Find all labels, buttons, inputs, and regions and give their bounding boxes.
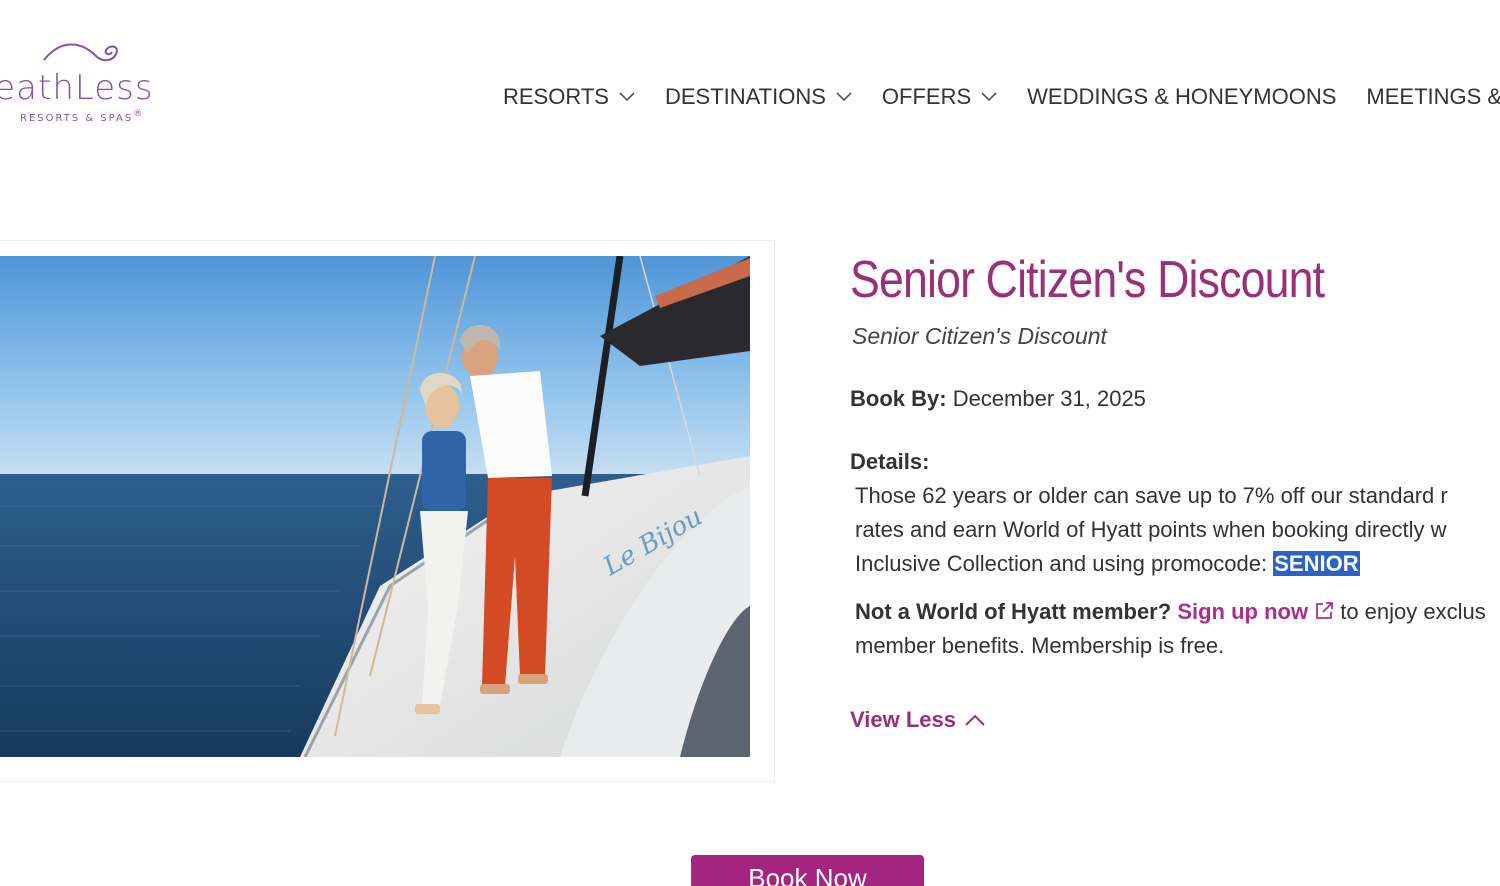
nav-item-destinations[interactable]: DESTINATIONS	[665, 84, 852, 110]
sign-up-link[interactable]: Sign up now	[1177, 599, 1334, 624]
nav-item-resorts[interactable]: RESORTS	[503, 84, 635, 110]
promocode-highlight[interactable]: SENIOR	[1273, 551, 1360, 576]
logo-registered-mark: ®	[133, 109, 145, 119]
logo-subtitle-text: RESORTS & SPAS	[20, 113, 134, 124]
external-link-icon	[1316, 602, 1333, 619]
nav-item-meetings[interactable]: MEETINGS &	[1366, 84, 1500, 110]
chevron-up-icon	[965, 714, 985, 726]
logo-subtitle: RESORTS & SPAS®	[20, 109, 144, 124]
nav-item-label: WEDDINGS & HONEYMOONS	[1027, 84, 1337, 109]
book-by-label: Book By:	[850, 386, 947, 411]
view-less-label: View Less	[850, 707, 956, 732]
brand-logo[interactable]: reathLess RESORTS & SPAS®	[0, 38, 220, 128]
offer-photo: Le Bijou	[0, 256, 750, 757]
offer-title: Senior Citizen's Discount	[850, 251, 1325, 309]
member-signup-text: Not a World of Hyatt member? Sign up now…	[855, 595, 1500, 663]
details-line-promo: Inclusive Collection and using promocode…	[855, 547, 1500, 581]
chevron-down-icon	[981, 92, 997, 102]
member-question: Not a World of Hyatt member?	[855, 599, 1172, 624]
chevron-down-icon	[836, 92, 852, 102]
sign-up-link-label: Sign up now	[1177, 599, 1309, 624]
chevron-down-icon	[619, 92, 635, 102]
book-by: Book By: December 31, 2025	[850, 386, 1146, 412]
logo-wordmark: reathLess	[0, 68, 154, 108]
nav-item-label: OFFERS	[881, 84, 972, 109]
book-now-button[interactable]: Book Now	[691, 855, 924, 886]
page: reathLess RESORTS & SPAS® RESORTS DESTIN…	[0, 0, 1500, 886]
details-line-text: Inclusive Collection and using promocode…	[855, 551, 1274, 576]
nav-item-label: RESORTS	[503, 84, 609, 109]
main-nav: RESORTS DESTINATIONS OFFERS WEDDINGS & H…	[503, 84, 1500, 110]
details-label: Details:	[850, 449, 930, 474]
member-after-text: to enjoy exclus	[1340, 599, 1486, 624]
logo-swirl-icon	[43, 43, 118, 62]
book-by-value: December 31, 2025	[952, 386, 1146, 411]
nav-item-weddings-honeymoons[interactable]: WEDDINGS & HONEYMOONS	[1027, 84, 1336, 110]
nav-item-label: DESTINATIONS	[664, 84, 826, 109]
view-less-toggle[interactable]: View Less	[850, 707, 986, 733]
member-line-1: Not a World of Hyatt member? Sign up now…	[855, 595, 1500, 629]
details-text: Those 62 years or older can save up to 7…	[855, 479, 1500, 581]
details-line: rates and earn World of Hyatt points whe…	[855, 517, 1447, 542]
offer-subtitle: Senior Citizen's Discount	[852, 323, 1107, 349]
nav-item-offers[interactable]: OFFERS	[882, 84, 997, 110]
details-line: Those 62 years or older can save up to 7…	[855, 483, 1448, 508]
nav-item-label: MEETINGS &	[1366, 84, 1500, 109]
member-line-2: member benefits. Membership is free.	[855, 633, 1225, 658]
